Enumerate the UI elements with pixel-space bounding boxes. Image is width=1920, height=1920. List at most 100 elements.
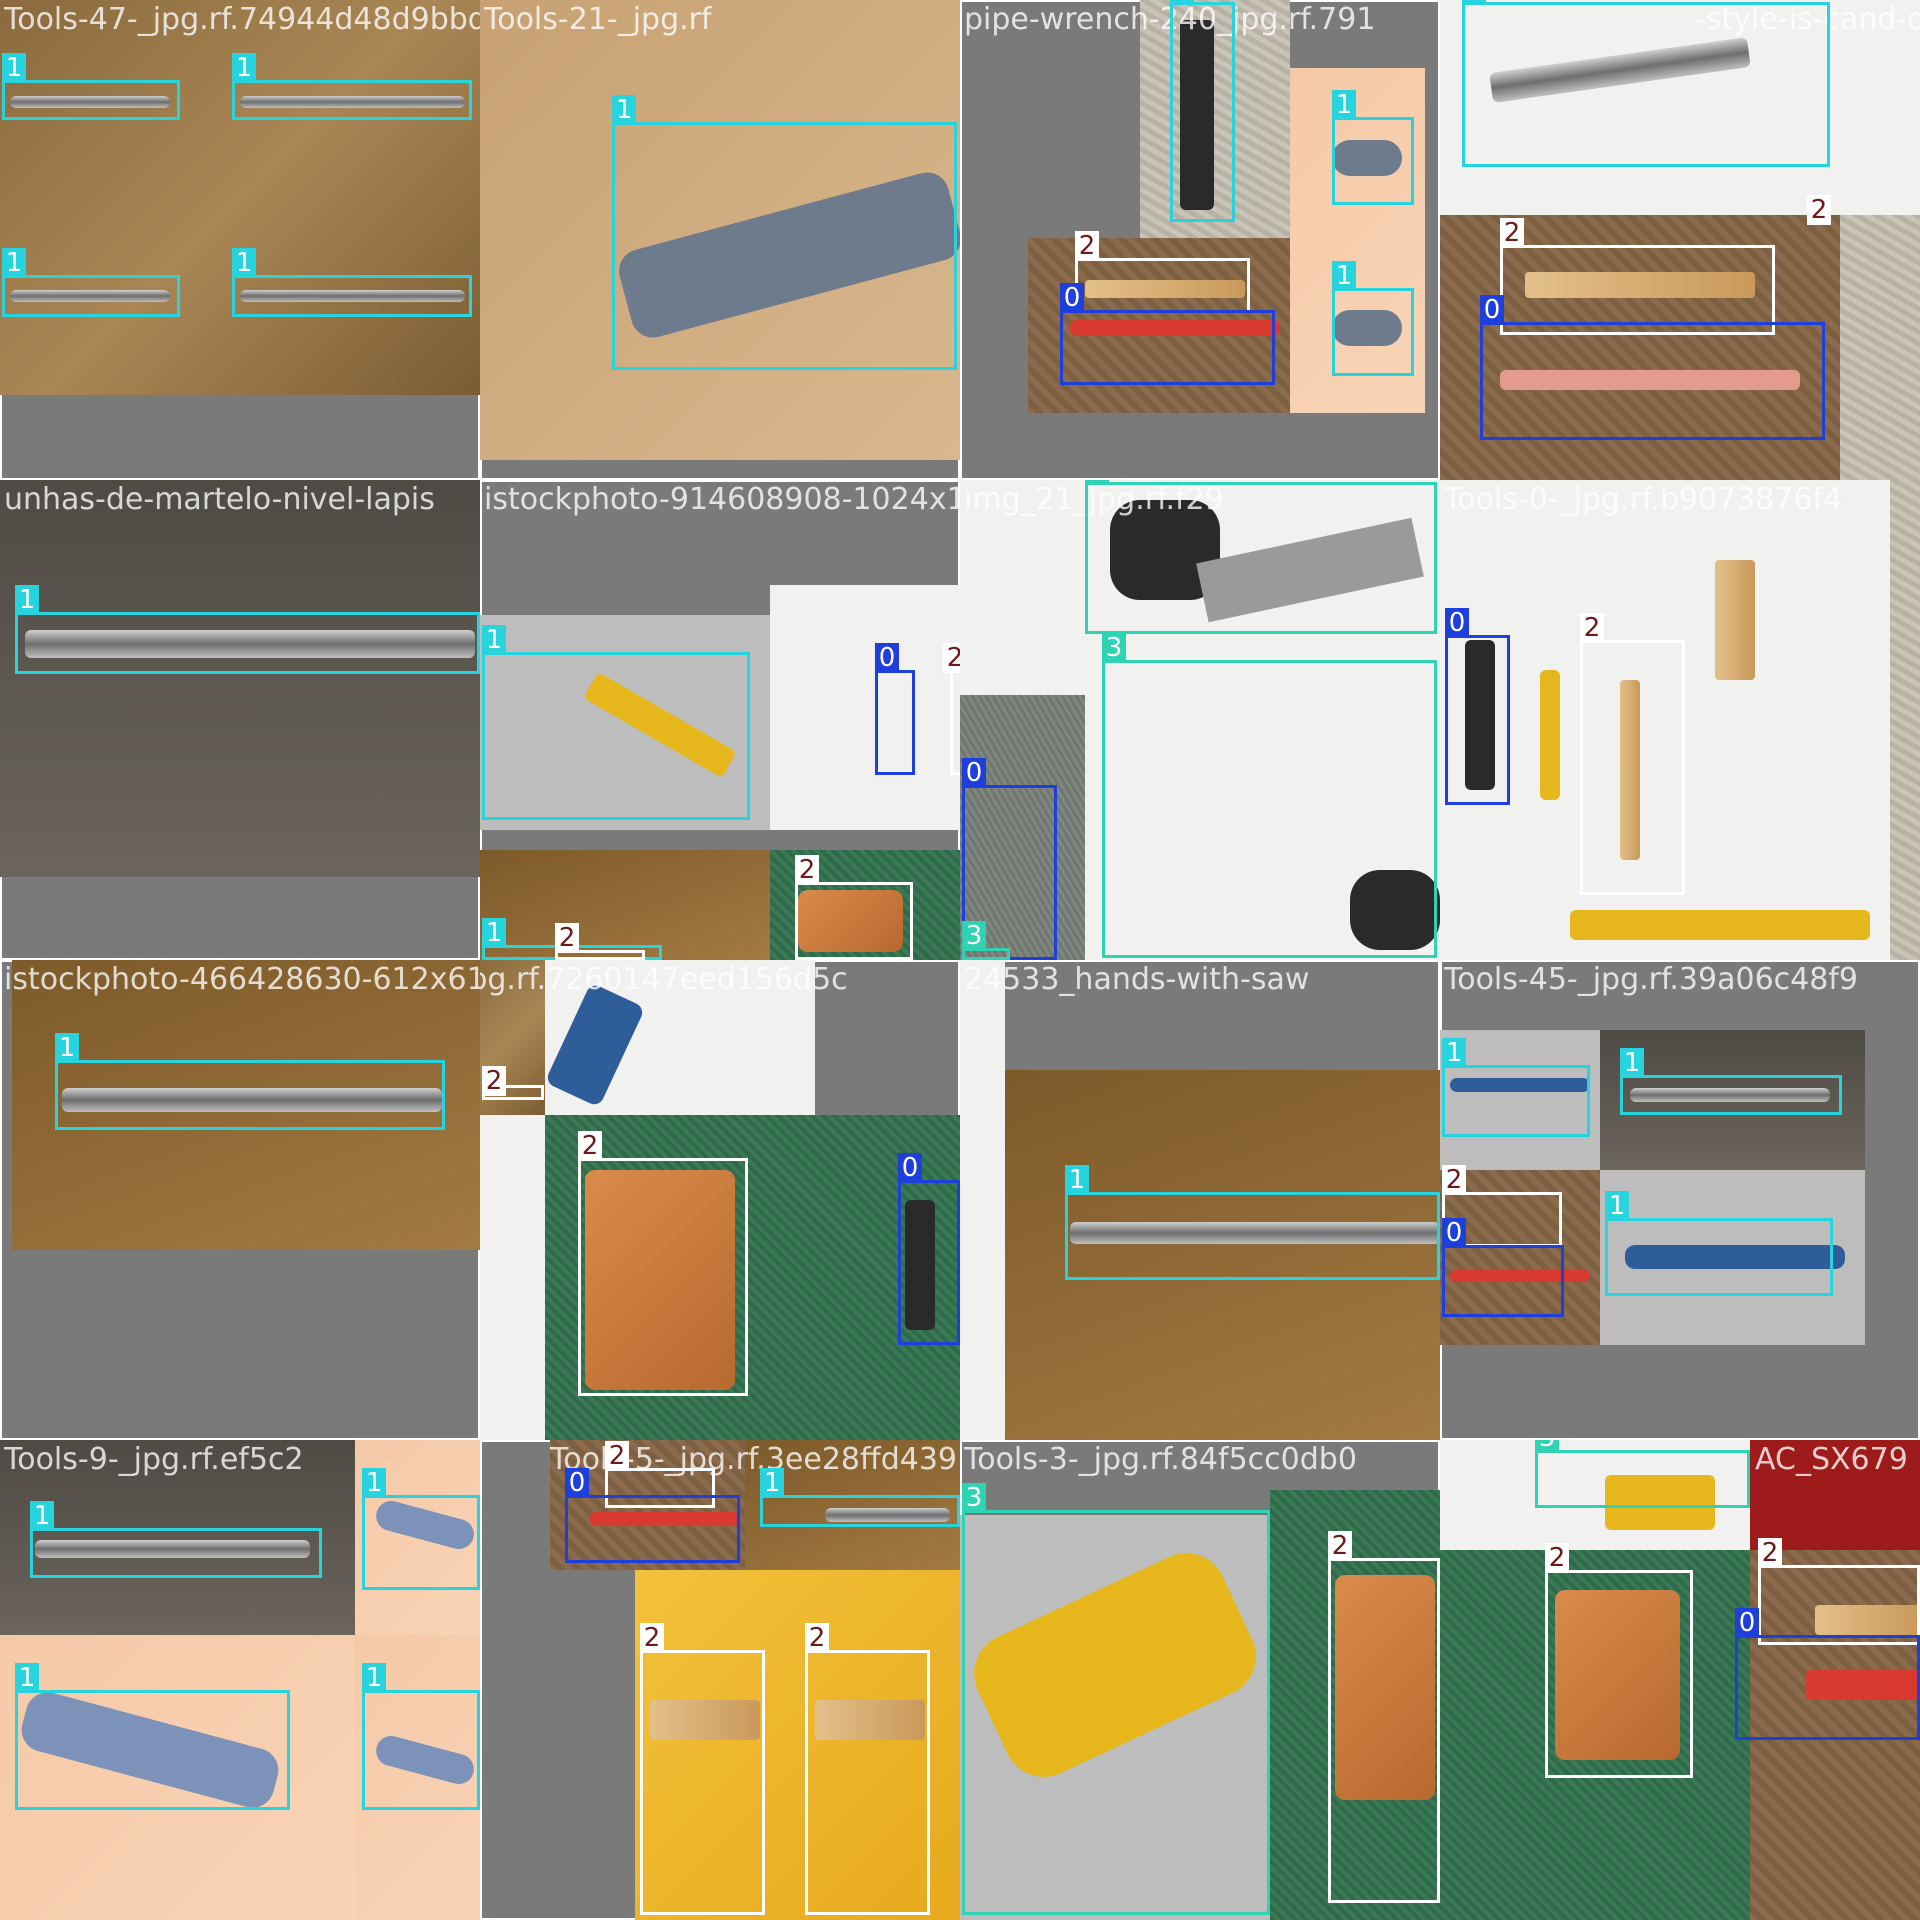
bounding-box: 1	[2, 53, 180, 120]
bounding-box: 2	[1758, 1538, 1920, 1645]
bounding-box-class-label: 0	[1735, 1608, 1759, 1638]
bounding-box-class-label: 1	[15, 1663, 39, 1693]
bounding-box: 1	[15, 585, 480, 674]
bounding-box-class-label: 3	[1102, 633, 1126, 663]
photo-patch	[480, 1115, 545, 1440]
bounding-box: 0	[1735, 1608, 1920, 1740]
bounding-box-class-label: 2	[1075, 231, 1099, 261]
mosaic-tile-5: 1 unhas-de-martelo-nivel-lapis	[0, 480, 480, 960]
photo-patch	[0, 480, 480, 877]
bounding-box-class-label: 1	[1332, 261, 1356, 291]
bounding-box-class-label: 2	[1545, 1543, 1569, 1573]
tile-caption: 24533_hands-with-saw	[964, 962, 1310, 997]
bounding-box: 1	[232, 248, 472, 317]
bounding-box: 1	[232, 53, 472, 120]
bounding-box-class-label: 3	[1535, 1440, 1559, 1453]
bounding-box: 1	[760, 1468, 960, 1527]
bounding-box-class-label: 1	[1442, 1038, 1466, 1068]
bounding-box-class-label: 1	[482, 918, 506, 948]
bounding-box: 2	[1328, 1531, 1440, 1903]
bounding-box: 0	[898, 1153, 960, 1345]
photo-patch	[960, 960, 1005, 1440]
bounding-box: 0	[1442, 1218, 1564, 1317]
bounding-box-class-label: 3	[1085, 480, 1109, 485]
tile-caption: jpg.rf.7260147eed156d5c	[480, 962, 848, 997]
bounding-box-class-label: 0	[875, 643, 899, 673]
bounding-box: 1	[1442, 1038, 1590, 1137]
bounding-box-class-label: 1	[55, 1033, 79, 1063]
bounding-box: 1	[1332, 90, 1414, 205]
tile-caption: unhas-de-martelo-nivel-lapis	[4, 482, 435, 517]
bounding-box: 1	[1620, 1048, 1842, 1115]
mosaic-tile-10: 2 2 0 jpg.rf.7260147eed156d5c	[480, 960, 960, 1440]
bounding-box-class-label: 2	[605, 1441, 629, 1471]
bounding-box: 1	[30, 1501, 322, 1578]
bounding-box: 1	[55, 1033, 445, 1130]
bounding-box-class-label: 2	[578, 1131, 602, 1161]
bounding-box-class-label: 1	[232, 248, 256, 278]
level-shape	[1570, 910, 1870, 940]
bounding-box: 2	[1075, 231, 1250, 313]
bounding-box: 2	[578, 1131, 748, 1396]
bounding-box-class-label: 3	[962, 1483, 986, 1513]
tile-caption: Tools-9-_jpg.rf.ef5c2	[4, 1442, 304, 1477]
photo-patch	[1890, 480, 1920, 960]
photo-patch	[480, 850, 770, 960]
tile-caption: istockphoto-914608908-1024x1024	[484, 482, 960, 517]
photo-patch	[770, 585, 960, 830]
tile-caption: AC_SX679	[1755, 1442, 1908, 1477]
bounding-box: 0	[1445, 608, 1510, 805]
bounding-box: 0	[875, 643, 915, 775]
mosaic-tile-1: 1 1 1 1 Tools-47-_jpg.rf.74944d48d9bbd42…	[0, 0, 480, 480]
tile-caption: istockphoto-466428630-612x612	[4, 962, 480, 997]
mosaic-tile-7: 3 3 0 3 img_21_jpg.rf.f29	[960, 480, 1440, 960]
bounding-box-class-label: 1	[1462, 0, 1486, 5]
bounding-box-class-label: 0	[1445, 608, 1469, 638]
mosaic-tile-11: 1 24533_hands-with-saw	[960, 960, 1440, 1440]
bounding-box: 1	[1170, 0, 1235, 222]
mosaic-tile-9: 1 istockphoto-466428630-612x612	[0, 960, 480, 1440]
mosaic-tile-12: 1 1 2 0 1 Tools-45-_jpg.rf.39a06c48f9	[1440, 960, 1920, 1440]
bounding-box-class-label: 2	[805, 1623, 829, 1653]
bounding-box: 1	[362, 1663, 480, 1810]
mosaic-tile-4: 1 2 0 2 -style-is-cand-d	[1440, 0, 1920, 480]
bounding-box: 2	[1580, 613, 1685, 895]
tile-caption: Tools-0-_jpg.rf.b9073876f4	[1444, 482, 1843, 517]
bounding-box: 2	[555, 923, 645, 960]
bounding-box-class-label: 1	[1170, 0, 1194, 5]
bounding-box-class-label: 1	[2, 53, 26, 83]
bounding-box-class-label: 2	[1500, 218, 1524, 248]
bounding-box: 1	[362, 1468, 480, 1590]
bounding-box-class-label: 2	[555, 923, 579, 953]
bounding-box-class-label: 2	[943, 643, 960, 673]
bounding-box-class-label: 1	[30, 1501, 54, 1531]
bounding-box-class-label: 2	[1328, 1531, 1352, 1561]
bounding-box-class-label: 2	[1442, 1165, 1466, 1195]
bounding-box: 2	[1545, 1543, 1693, 1778]
bounding-box: 1	[1462, 0, 1830, 167]
bounding-box: 0	[565, 1468, 740, 1563]
bounding-box: 3	[1085, 480, 1437, 634]
bounding-box-class-label: 1	[362, 1468, 386, 1498]
bounding-box-class-label: 0	[962, 758, 986, 788]
mosaic-tile-16: 3 2 2 0 AC_SX679	[1440, 1440, 1920, 1920]
mosaic-tile-13: 1 1 1 1 Tools-9-_jpg.rf.ef5c2	[0, 1440, 480, 1920]
tile-caption: Tools-21-_jpg.rf	[484, 2, 712, 37]
bounding-box: 1	[1332, 261, 1414, 376]
bounding-box: 1	[15, 1663, 290, 1810]
bounding-box-class-label: 1	[482, 625, 506, 655]
bounding-box: 2	[943, 643, 960, 775]
bounding-box-class-label: 1	[1605, 1191, 1629, 1221]
bounding-box-class-label: 0	[898, 1153, 922, 1183]
bounding-box: 0	[1060, 283, 1275, 385]
bounding-box-class-label: 2	[1758, 1538, 1782, 1568]
bounding-box-class-label: 1	[2, 248, 26, 278]
bounding-box-class-label: 2	[795, 855, 819, 885]
bounding-box-class-label: 1	[760, 1468, 784, 1498]
bounding-box: 0	[1480, 295, 1825, 440]
mosaic-tile-3: 1 1 1 2 0 pipe-wrench-240_jpg.rf.791	[960, 0, 1440, 480]
tile-caption: Tools-45-_jpg.rf.39a06c48f9	[1444, 962, 1858, 997]
screwdriver-shape	[1540, 670, 1560, 800]
bounding-box-class-label: 1	[362, 1663, 386, 1693]
bounding-box: 2	[482, 1066, 544, 1100]
